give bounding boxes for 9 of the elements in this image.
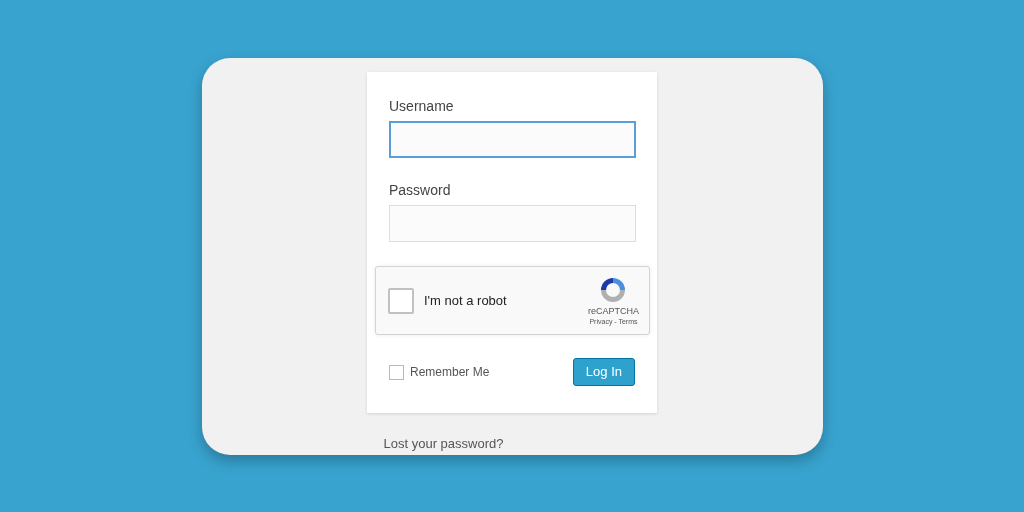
input-field[interactable] [389,121,636,158]
captcha-brand: reCAPTCHA [588,304,639,317]
field-label: Password [389,181,452,200]
field-label: Username [389,97,455,116]
checkbox[interactable] [389,364,404,380]
lost-password-link[interactable]: Lost your password? [383,434,504,454]
captcha-label: I'm not a robot [424,291,508,310]
checkbox-label: Remember Me [410,364,490,381]
checkbox[interactable] [388,287,414,314]
